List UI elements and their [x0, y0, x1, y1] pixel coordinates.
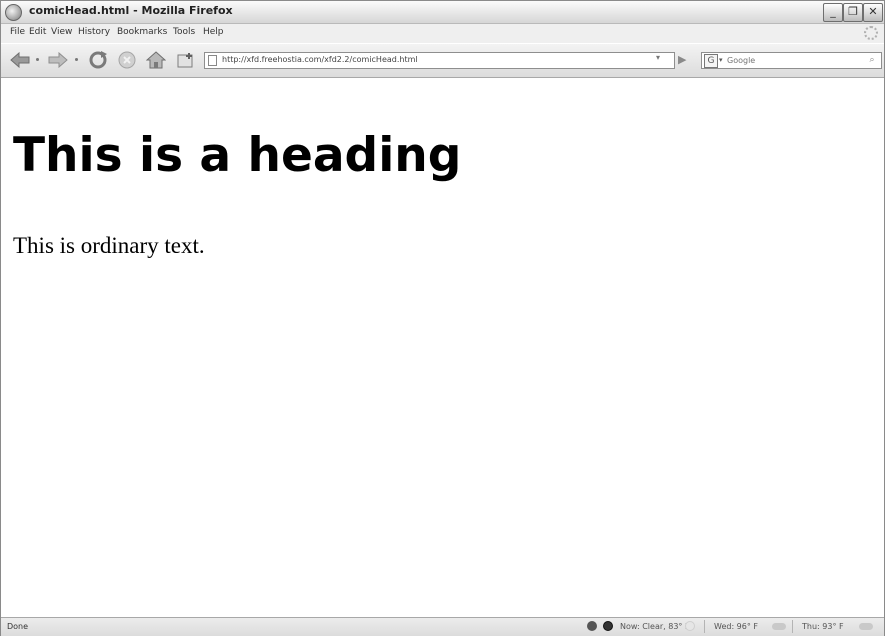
weather-now[interactable]: Now: Clear, 83° F: [620, 622, 690, 631]
menu-bookmarks[interactable]: Bookmarks: [117, 27, 167, 37]
status-separator: [792, 620, 793, 633]
cloud-icon: [772, 623, 786, 630]
reload-icon[interactable]: [87, 50, 109, 70]
back-history-dropdown[interactable]: [36, 58, 39, 61]
back-icon[interactable]: [9, 50, 31, 70]
menu-tools[interactable]: Tools: [173, 27, 195, 37]
close-button[interactable]: ✕: [863, 3, 883, 22]
status-check-icon: [587, 621, 597, 631]
page-paragraph: This is ordinary text.: [13, 233, 205, 258]
status-bar: Done Now: Clear, 83° F Wed: 96° F Thu: 9…: [1, 617, 884, 636]
status-separator: [704, 620, 705, 633]
menu-help[interactable]: Help: [203, 27, 224, 37]
throbber-icon: [864, 26, 878, 40]
new-tab-icon[interactable]: [174, 50, 198, 70]
menu-history[interactable]: History: [78, 27, 110, 37]
status-text: Done: [7, 622, 29, 631]
menu-file[interactable]: File: [10, 27, 25, 37]
search-engine-icon[interactable]: G: [704, 54, 718, 68]
cloud-icon: [859, 623, 873, 630]
stop-icon[interactable]: [116, 50, 138, 70]
menu-edit[interactable]: Edit: [29, 27, 46, 37]
menu-view[interactable]: View: [51, 27, 72, 37]
search-button[interactable]: ⌕: [865, 54, 879, 67]
search-input[interactable]: [727, 54, 857, 67]
weather-thu[interactable]: Thu: 93° F: [802, 622, 844, 631]
minimize-button[interactable]: _: [823, 3, 843, 22]
page-content: This is a heading This is ordinary text.: [1, 78, 884, 616]
search-engine-dropdown[interactable]: ▾: [719, 56, 723, 64]
status-globe-icon: [603, 621, 613, 631]
url-text[interactable]: http://xfd.freehostia.com/xfd2.2/comicHe…: [222, 55, 418, 64]
go-button[interactable]: ▶: [678, 53, 686, 66]
forward-history-dropdown[interactable]: [75, 58, 78, 61]
menu-bar: File Edit View History Bookmarks Tools H…: [1, 24, 884, 43]
forward-icon[interactable]: [47, 50, 69, 70]
home-icon[interactable]: [144, 50, 168, 70]
browser-window: comicHead.html - Mozilla Firefox _ ❐ ✕ F…: [0, 0, 885, 636]
address-bar[interactable]: http://xfd.freehostia.com/xfd2.2/comicHe…: [204, 52, 675, 69]
search-bar: G ▾ ⌕: [701, 52, 882, 69]
weather-wed[interactable]: Wed: 96° F: [714, 622, 758, 631]
url-history-dropdown[interactable]: ▾: [656, 53, 660, 62]
sun-icon: [685, 621, 695, 631]
title-bar[interactable]: comicHead.html - Mozilla Firefox _ ❐ ✕: [1, 1, 884, 24]
page-heading: This is a heading: [13, 128, 462, 183]
window-title: comicHead.html - Mozilla Firefox: [29, 4, 233, 17]
restore-button[interactable]: ❐: [843, 3, 863, 22]
page-icon: [208, 55, 217, 66]
firefox-icon: [5, 4, 22, 21]
